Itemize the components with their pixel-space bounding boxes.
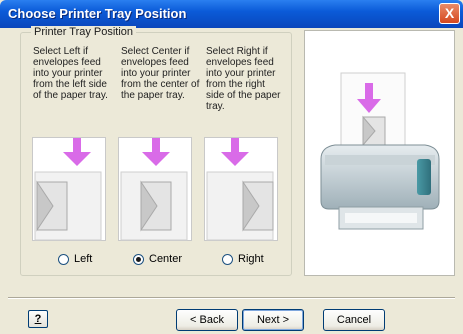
envelope-left-feed-icon	[34, 138, 102, 241]
radio-center-label: Center	[149, 253, 183, 265]
center-feed-illustration	[118, 137, 192, 241]
help-button[interactable]: ?	[28, 310, 48, 328]
radio-selected-dot	[136, 256, 141, 262]
radio-right[interactable]: Right	[222, 253, 264, 265]
footer-separator	[8, 297, 455, 299]
radio-right-circle[interactable]	[222, 253, 233, 265]
right-description: Select Right if envelopes feed into your…	[206, 46, 281, 112]
envelope-right-feed-icon	[206, 138, 274, 241]
radio-right-label: Right	[238, 253, 264, 265]
close-button[interactable]: X	[439, 3, 460, 24]
left-feed-illustration	[32, 137, 106, 241]
printer-icon	[320, 72, 440, 230]
left-description: Select Left if envelopes feed into your …	[33, 46, 108, 101]
radio-center[interactable]: Center	[133, 253, 182, 265]
next-button[interactable]: Next >	[242, 309, 304, 331]
group-legend: Printer Tray Position	[31, 26, 137, 38]
cancel-button[interactable]: Cancel	[323, 309, 385, 331]
printer-preview-panel	[304, 30, 455, 276]
radio-center-circle[interactable]	[133, 253, 144, 265]
envelope-center-feed-icon	[120, 138, 188, 241]
window-title: Choose Printer Tray Position	[8, 6, 187, 21]
right-feed-illustration	[204, 137, 278, 241]
center-description: Select Center if envelopes feed into you…	[121, 46, 200, 101]
back-button[interactable]: < Back	[176, 309, 238, 331]
radio-left[interactable]: Left	[58, 253, 92, 265]
radio-left-circle[interactable]	[58, 253, 69, 265]
title-bar: Choose Printer Tray Position X	[0, 0, 463, 28]
radio-left-label: Left	[74, 253, 93, 265]
